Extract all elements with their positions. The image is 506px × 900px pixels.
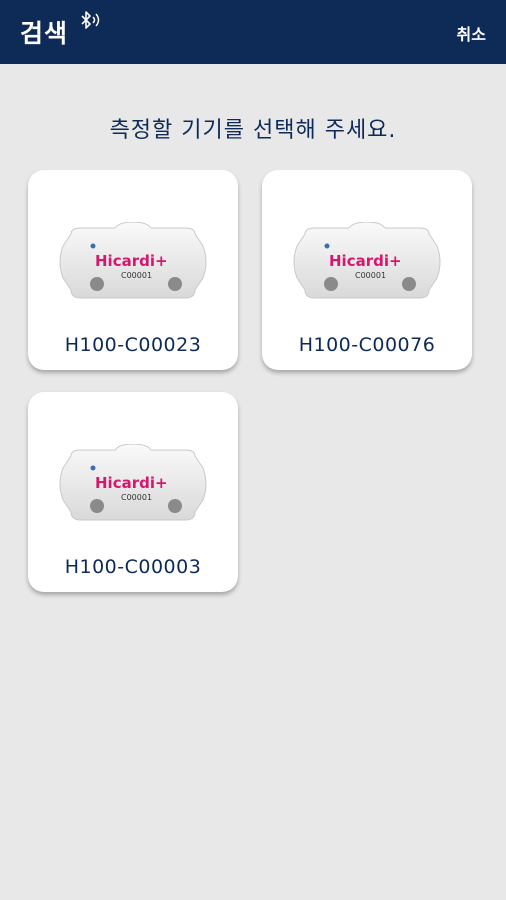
device-serial-text: C00001 bbox=[121, 493, 152, 502]
device-image: Hicardi+ C00001 bbox=[59, 444, 207, 521]
device-label: H100-C00003 bbox=[64, 556, 202, 578]
device-brand-text: Hicardi+ bbox=[95, 474, 168, 492]
device-label: H100-C00023 bbox=[64, 334, 202, 356]
device-card[interactable]: Hicardi+ C00001 H100-C00076 bbox=[262, 170, 472, 370]
bluetooth-searching-icon bbox=[81, 11, 100, 29]
device-card[interactable]: Hicardi+ C00001 H100-C00003 bbox=[28, 392, 238, 592]
device-card[interactable]: Hicardi+ C00001 H100-C00023 bbox=[28, 170, 238, 370]
device-label: H100-C00076 bbox=[298, 334, 436, 356]
device-brand-text: Hicardi+ bbox=[95, 252, 168, 270]
cancel-button[interactable]: 취소 bbox=[457, 21, 486, 45]
device-image: Hicardi+ C00001 bbox=[59, 222, 207, 299]
device-serial-text: C00001 bbox=[355, 271, 386, 280]
instruction-text: 측정할 기기를 선택해 주세요. bbox=[109, 118, 397, 143]
page-title: 검색 bbox=[20, 19, 69, 48]
device-brand-text: Hicardi+ bbox=[329, 252, 402, 270]
app-bar: 검색 취소 bbox=[0, 0, 506, 64]
device-image: Hicardi+ C00001 bbox=[293, 222, 441, 299]
device-serial-text: C00001 bbox=[121, 271, 152, 280]
